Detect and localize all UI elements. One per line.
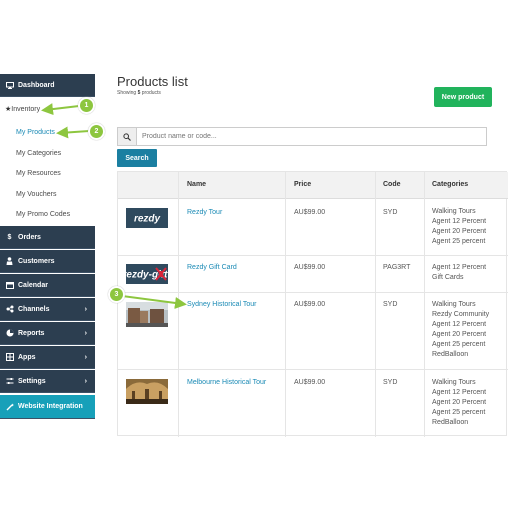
- annotation-badge-1: 1: [78, 97, 95, 114]
- annotation-arrow-1: [41, 103, 80, 116]
- annotation-arrows: [41, 103, 187, 309]
- annotation-arrow-2: [56, 126, 90, 139]
- annotation-badge-3: 3: [108, 286, 125, 303]
- annotation-badge-2: 2: [88, 123, 105, 140]
- annotation-arrow-3: [121, 295, 187, 309]
